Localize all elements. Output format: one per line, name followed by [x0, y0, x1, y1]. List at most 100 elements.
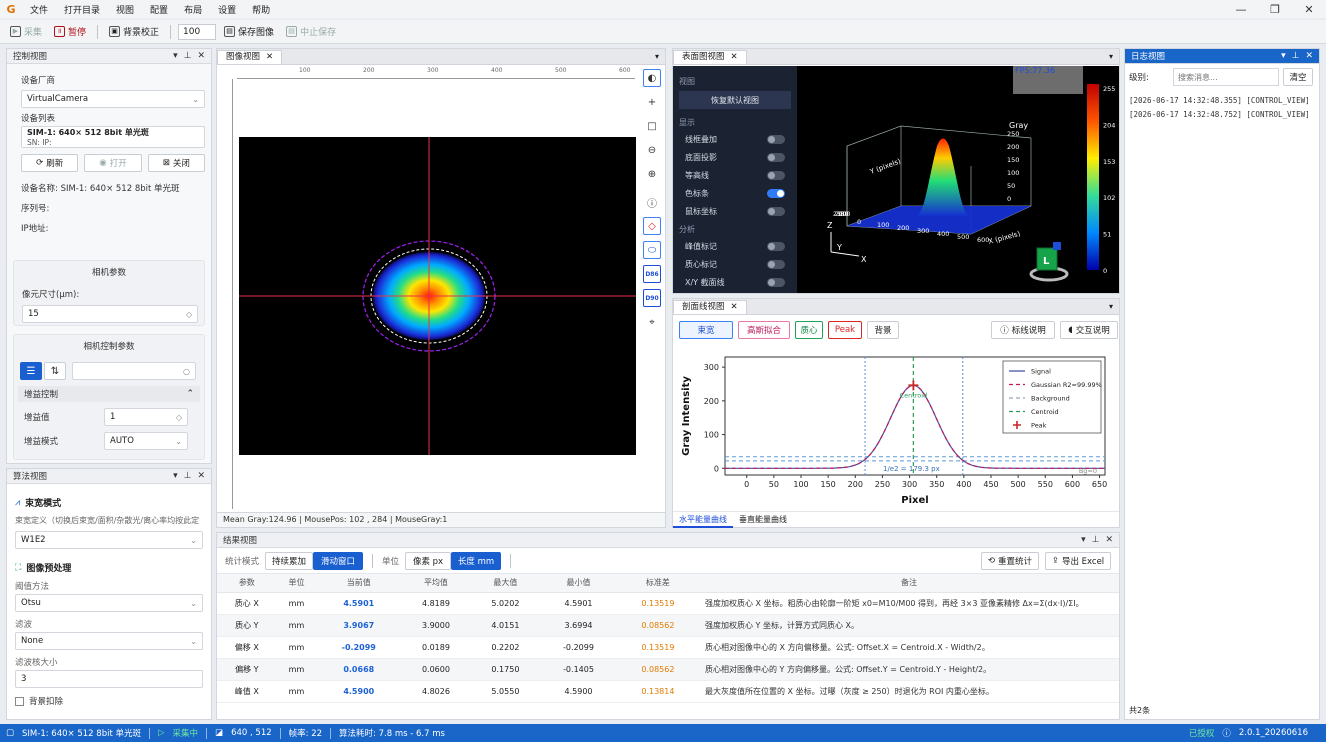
filter-select[interactable]: None ⌄ [15, 632, 203, 650]
surface-option-toggle[interactable] [767, 171, 785, 180]
zoom-out-button[interactable]: ⊖ [643, 141, 661, 159]
column-header[interactable]: 最大值 [470, 574, 541, 593]
gauss-fit-toggle[interactable]: 高斯拟合 [738, 321, 790, 339]
close-panel-icon[interactable]: ✕ [197, 471, 205, 481]
restore-icon[interactable]: ❐ [1258, 3, 1292, 16]
gain-mode-select[interactable]: AUTO ⌄ [104, 432, 188, 450]
pixel-size-input[interactable]: 15 ◇ [22, 305, 198, 323]
log-search-input[interactable] [1173, 68, 1279, 86]
menu-config[interactable]: 配置 [142, 3, 176, 16]
pin-icon[interactable]: ⊥ [1292, 51, 1300, 61]
close-tab-icon[interactable]: ✕ [731, 51, 738, 64]
pin-icon[interactable]: ⊥ [184, 471, 192, 481]
vendor-select[interactable]: VirtualCamera ⌄ [21, 90, 205, 108]
target-overlay-button[interactable]: ◇ [643, 217, 661, 235]
mode-accumulate-button[interactable]: 持续累加 [265, 551, 314, 570]
column-header[interactable]: 平均值 [401, 574, 471, 593]
beam-width-toggle[interactable]: 束宽 [679, 321, 733, 339]
thresh-select[interactable]: Otsu ⌄ [15, 594, 203, 612]
menu-help[interactable]: 帮助 [244, 3, 278, 16]
reset-view-button[interactable]: 恢复默认视图 [679, 91, 791, 109]
dock-menu-icon[interactable]: ▾ [1081, 535, 1086, 545]
tab-horizontal-profile[interactable]: 水平能量曲线 [673, 512, 733, 528]
d86-button[interactable]: D86 [643, 265, 661, 283]
table-row[interactable]: 质心 Xmm 4.5901 4.8189 5.0202 4.5901 0.13519 强度加… [217, 592, 1119, 615]
kernel-input[interactable]: 3 [15, 670, 203, 688]
background-toggle[interactable]: 背景 [867, 321, 899, 339]
column-header[interactable]: 备注 [699, 574, 1119, 593]
table-row[interactable]: 偏移 Xmm -0.2099 0.0189 0.2202 -0.2099 0.13519 质… [217, 636, 1119, 659]
open-button[interactable]: ◉ 打开 [84, 154, 142, 172]
ellipse-overlay-button[interactable]: ⬭ [643, 241, 661, 259]
column-header[interactable]: 参数 [217, 574, 277, 593]
refresh-button[interactable]: ⟳ 刷新 [21, 154, 79, 172]
tab-menu-icon[interactable]: ▾ [649, 50, 665, 64]
table-row[interactable]: 峰值 Xmm 4.5900 4.8026 5.0550 4.5900 0.13814 最大灰… [217, 680, 1119, 703]
tab-menu-icon[interactable]: ▾ [1103, 300, 1119, 314]
mode-sliding-button[interactable]: 滑动窗口 [313, 551, 364, 570]
surface-option-toggle[interactable] [767, 278, 785, 287]
tab-image-view[interactable]: 图像视图 ✕ [217, 50, 283, 64]
surface-option-toggle[interactable] [767, 207, 785, 216]
unit-px-button[interactable]: 像素 px [405, 551, 452, 570]
close-panel-icon[interactable]: ✕ [197, 51, 205, 61]
info-button[interactable]: ⓘ [643, 193, 661, 211]
column-header[interactable]: 标准差 [616, 574, 699, 593]
interact-help-button[interactable]: ◖ 交互说明 [1060, 321, 1118, 339]
menu-open-dir[interactable]: 打开目录 [56, 3, 108, 16]
device-select[interactable]: SIM-1: 640× 512 8bit 单光斑 SN: IP: [21, 126, 205, 148]
table-row[interactable]: 质心 Ymm 3.9067 3.9000 4.0151 3.6994 0.08562 强度加… [217, 614, 1119, 637]
surface-option-toggle[interactable] [767, 135, 785, 144]
capture-button[interactable]: ▶ 采集 [6, 23, 46, 41]
d90-button[interactable]: D90 [643, 289, 661, 307]
surface-option-toggle[interactable] [767, 242, 785, 251]
menu-settings[interactable]: 设置 [210, 3, 244, 16]
close-device-button[interactable]: ⊠ 关闭 [147, 154, 205, 172]
surface-option-toggle[interactable] [767, 260, 785, 269]
centroid-toggle[interactable]: 质心 [795, 321, 823, 339]
dock-menu-icon[interactable]: ▾ [173, 471, 178, 481]
crosshair-tool-button[interactable]: + [643, 93, 661, 111]
dock-menu-icon[interactable]: ▾ [173, 51, 178, 61]
tab-profile-view[interactable]: 剖面线视图 ✕ [673, 300, 747, 314]
dock-menu-icon[interactable]: ▾ [1281, 51, 1286, 61]
close-tab-icon[interactable]: ✕ [266, 51, 273, 64]
column-header[interactable]: 当前值 [316, 574, 402, 593]
column-header[interactable]: 最小值 [540, 574, 617, 593]
column-header[interactable]: 单位 [276, 574, 317, 593]
param-search-input[interactable]: ○ [72, 362, 196, 380]
legend-help-button[interactable]: ⓘ 标线说明 [991, 321, 1055, 339]
surface-option-toggle[interactable] [767, 153, 785, 162]
peak-toggle[interactable]: Peak [828, 321, 862, 339]
surface-option-toggle[interactable] [767, 189, 785, 198]
gain-value-input[interactable]: 1 ◇ [104, 408, 188, 426]
frame-count-input[interactable]: 100 [178, 23, 217, 40]
palette-button[interactable]: ◐ [643, 69, 661, 87]
pause-button[interactable]: ॥ 暂停 [50, 23, 90, 41]
bg-sub-checkbox[interactable] [15, 696, 24, 706]
zoom-in-button[interactable]: ⊕ [643, 165, 661, 183]
tab-vertical-profile[interactable]: 垂直能量曲线 [733, 512, 793, 528]
tab-menu-icon[interactable]: ▾ [1103, 50, 1119, 64]
location-button[interactable]: ⌖ [643, 313, 661, 331]
sort-button[interactable]: ⇅ [44, 362, 66, 380]
close-panel-icon[interactable]: ✕ [1305, 51, 1313, 61]
table-row[interactable]: 偏移 Ymm 0.0668 0.0600 0.1750 -0.1405 0.08562 质心… [217, 658, 1119, 681]
profile-chart[interactable]: 0 50 100 150 200 250 300 350 400 450 500 550 600 650 0… [675, 343, 1117, 509]
rect-roi-button[interactable]: □ [643, 117, 661, 135]
minimize-icon[interactable]: — [1224, 3, 1258, 16]
pin-icon[interactable]: ⊥ [184, 51, 192, 61]
surface-plot[interactable]: FPS:77.36 Gray Y (pixels) X (pixels) Z Y… [797, 66, 1119, 293]
tab-surface-view[interactable]: 表面图视图 ✕ [673, 50, 747, 64]
stop-save-button[interactable]: ▤ 中止保存 [282, 23, 340, 41]
export-excel-button[interactable]: ⇪ 导出 Excel [1045, 551, 1111, 570]
beam-def-select[interactable]: W1E2 ⌄ [15, 531, 203, 549]
log-clear-button[interactable]: 清空 [1283, 68, 1313, 86]
menu-file[interactable]: 文件 [22, 3, 56, 16]
close-tab-icon[interactable]: ✕ [731, 301, 738, 314]
pin-icon[interactable]: ⊥ [1092, 535, 1100, 545]
unit-mm-button[interactable]: 长度 mm [451, 551, 502, 570]
beam-image[interactable] [239, 137, 636, 455]
category-view-button[interactable]: ☰ [20, 362, 42, 380]
close-panel-icon[interactable]: ✕ [1105, 535, 1113, 545]
